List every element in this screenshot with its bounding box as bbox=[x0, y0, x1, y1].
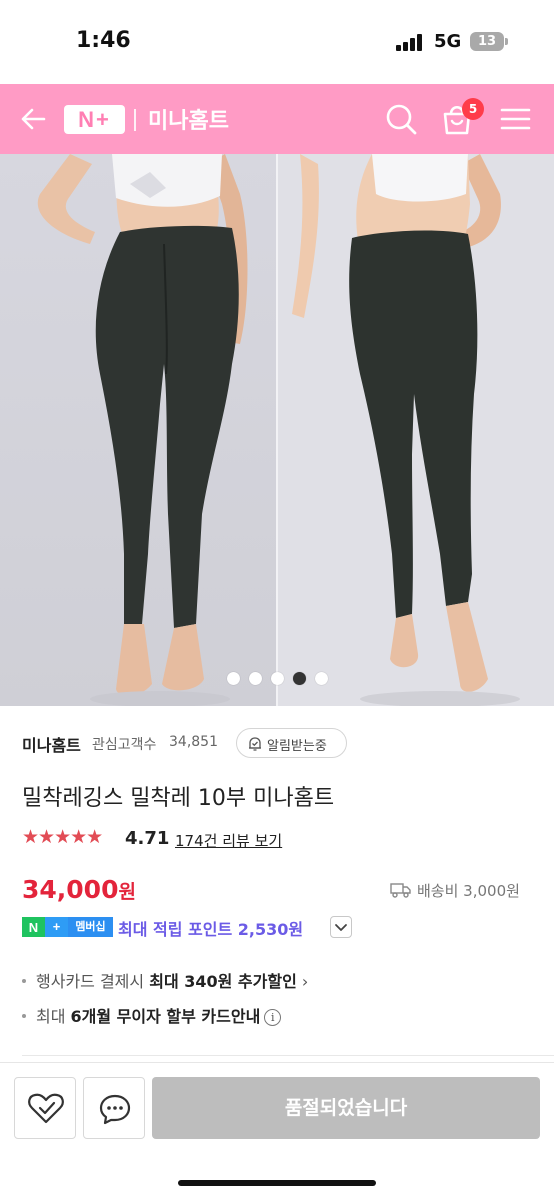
product-title: 밀착레깅스 밀착레 10부 미나홈트 bbox=[22, 786, 335, 811]
naver-plus-logo[interactable]: N+ bbox=[64, 105, 125, 134]
point-expand-button[interactable] bbox=[330, 916, 352, 938]
bell-check-icon bbox=[249, 737, 261, 751]
notification-button[interactable]: 알림받는중 bbox=[236, 728, 347, 758]
hamburger-menu-icon bbox=[500, 108, 531, 130]
heart-check-icon bbox=[28, 1093, 64, 1124]
pagination-dot-3[interactable] bbox=[270, 672, 284, 685]
pagination-dot-1[interactable] bbox=[226, 672, 240, 685]
installment-benefit[interactable]: 최대 6개월 무이자 할부 카드안내 i bbox=[22, 1003, 282, 1027]
talk-button[interactable] bbox=[83, 1077, 145, 1139]
shipping-fee: 배송비 3,000원 bbox=[417, 880, 520, 901]
shop-name[interactable]: 미나홈트 bbox=[148, 103, 229, 135]
back-button[interactable] bbox=[16, 101, 52, 137]
badge-n: N bbox=[28, 919, 39, 935]
notification-label: 알림받는중 bbox=[267, 739, 327, 754]
search-button[interactable] bbox=[381, 99, 421, 139]
network-type: 5G bbox=[434, 31, 462, 52]
back-arrow-icon bbox=[21, 108, 46, 130]
chevron-down-icon bbox=[335, 924, 347, 931]
installment-prefix: 최대 bbox=[36, 1007, 71, 1026]
logo-text: N+ bbox=[78, 106, 111, 132]
image-pagination bbox=[0, 672, 554, 686]
product-image[interactable] bbox=[0, 154, 554, 706]
bullet-icon bbox=[22, 979, 26, 983]
chat-bubble-icon bbox=[99, 1094, 131, 1125]
pagination-dot-5[interactable] bbox=[314, 672, 328, 685]
logo-divider bbox=[134, 109, 136, 131]
store-name[interactable]: 미나홈트 bbox=[22, 732, 81, 756]
membership-row: N + 멤버십 최대 적립 포인트 2,530원 bbox=[22, 915, 542, 941]
rating-value: 4.71 bbox=[125, 828, 170, 849]
cart-count-badge: 5 bbox=[462, 98, 484, 120]
pagination-dot-2[interactable] bbox=[248, 672, 262, 685]
menu-button[interactable] bbox=[496, 99, 536, 139]
price-unit: 원 bbox=[118, 881, 136, 903]
store-info: 미나홈트 관심고객수 34,851 알림받는중 bbox=[22, 728, 542, 758]
chevron-right-icon: › bbox=[296, 972, 309, 991]
leggings-product-photo bbox=[0, 154, 554, 706]
section-divider bbox=[22, 1055, 554, 1056]
card-discount-benefit[interactable]: 행사카드 결제시 최대 340원 추가할인 › bbox=[22, 968, 308, 992]
signal-icon bbox=[396, 33, 426, 51]
follower-label: 관심고객수 bbox=[92, 737, 157, 753]
shipping-fee-text: 배송비 3,000원 bbox=[417, 882, 520, 900]
status-time: 1:46 bbox=[76, 28, 131, 53]
star-rating-icon: ★★★★★ bbox=[22, 826, 103, 848]
review-link[interactable]: 174건 리뷰 보기 bbox=[175, 830, 282, 851]
search-icon bbox=[386, 104, 417, 135]
home-indicator[interactable] bbox=[178, 1180, 376, 1186]
price: 34,000원 bbox=[22, 875, 136, 904]
price-value: 34,000 bbox=[22, 875, 119, 904]
rating-row: ★★★★★ 4.71 174건 리뷰 보기 bbox=[22, 826, 422, 852]
bullet-icon bbox=[22, 1014, 26, 1018]
membership-badge: 멤버십 bbox=[68, 917, 113, 937]
battery-icon: 13 bbox=[470, 32, 504, 51]
truck-icon bbox=[390, 883, 411, 898]
info-icon[interactable]: i bbox=[264, 1009, 282, 1026]
battery-tip bbox=[505, 38, 508, 45]
badge-plus: + bbox=[45, 917, 68, 937]
pagination-dot-4[interactable] bbox=[292, 672, 306, 685]
naver-plus-badge: N + bbox=[22, 917, 68, 937]
sold-out-button[interactable]: 품절되었습니다 bbox=[152, 1077, 540, 1139]
installment-info: 6개월 무이자 할부 카드안내 bbox=[70, 1007, 261, 1026]
status-bar: 1:46 5G 13 bbox=[0, 0, 554, 84]
card-discount-amount: 최대 340원 추가할인 bbox=[149, 972, 297, 991]
max-point-text: 최대 적립 포인트 2,530원 bbox=[118, 920, 304, 939]
follower-count: 34,851 bbox=[169, 734, 218, 750]
wishlist-button[interactable] bbox=[14, 1077, 76, 1139]
card-discount-prefix: 행사카드 결제시 bbox=[36, 972, 150, 991]
